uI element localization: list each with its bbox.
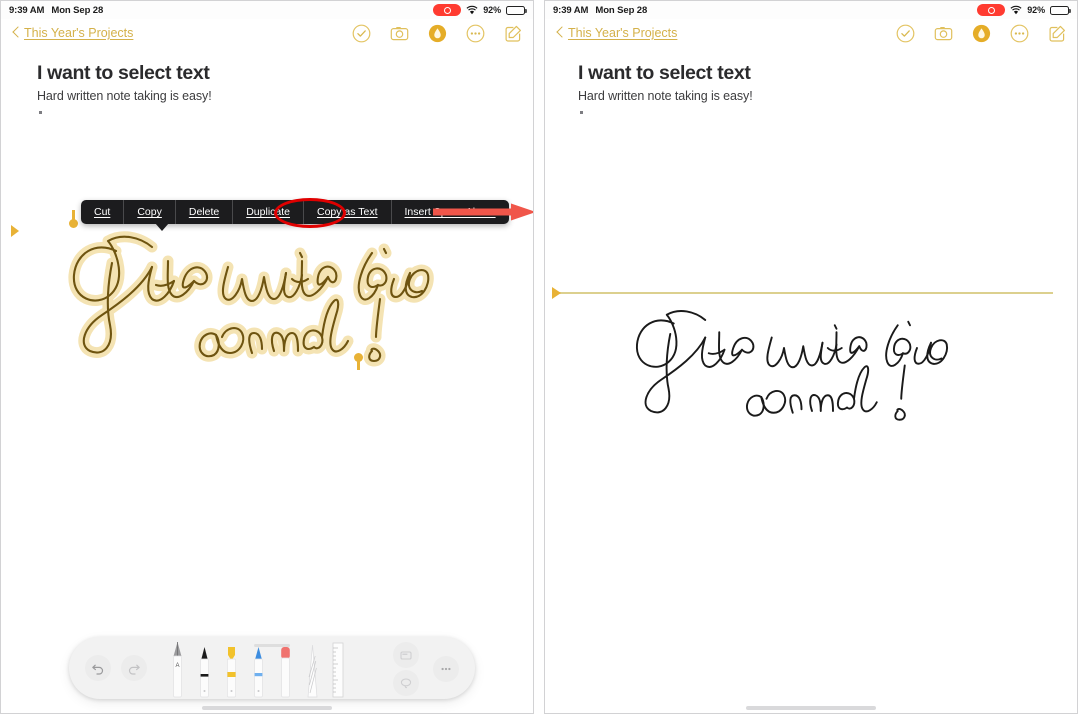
wifi-icon: [1010, 5, 1022, 15]
back-to-projects-link[interactable]: This Year's Projects: [557, 26, 677, 40]
context-menu-caret: [155, 223, 169, 231]
home-indicator: [202, 706, 332, 710]
battery-icon: [1050, 5, 1071, 15]
ellipsis-circle-icon[interactable]: [1010, 24, 1029, 43]
palette-right-buttons: [387, 640, 461, 696]
status-bar-right-group: 92%: [977, 4, 1071, 16]
status-bar-date: Mon Sep 28: [595, 4, 648, 16]
checkmark-circle-icon[interactable]: [896, 24, 915, 43]
note-cursor-dot: [580, 111, 583, 114]
shader-tool[interactable]: [304, 641, 321, 699]
status-bar-right-group: 92%: [433, 4, 527, 16]
selection-handle-start[interactable]: [69, 210, 78, 228]
lasso-select-button[interactable]: [393, 670, 419, 696]
screen-recording-indicator: [977, 4, 1006, 16]
camera-icon[interactable]: [390, 24, 409, 43]
battery-percent-label: 92%: [483, 5, 501, 15]
status-bar-time: 9:39 AM: [553, 4, 589, 16]
back-link-label: This Year's Projects: [568, 26, 678, 40]
palette-history-buttons: [85, 655, 147, 681]
note-subtitle: Hard written note taking is easy!: [37, 89, 212, 103]
camera-icon[interactable]: [934, 24, 953, 43]
red-highlight-ellipse-annotation: [274, 198, 346, 228]
menu-item-copy[interactable]: Copy: [124, 200, 176, 224]
note-cursor-dot: [39, 111, 42, 114]
device-screenshot-right: 9:39 AM Mon Sep 28 92% This Year's Proje: [544, 0, 1078, 714]
compose-icon[interactable]: [1048, 24, 1067, 43]
wifi-icon: [466, 5, 478, 15]
ellipsis-circle-icon[interactable]: [466, 24, 485, 43]
home-indicator: [746, 706, 876, 710]
annotation-circle-icon[interactable]: [972, 24, 991, 43]
blue-pen-tool[interactable]: [250, 641, 267, 699]
device-screenshot-left: 9:39 AM Mon Sep 28 92% This Year's Proje: [0, 0, 534, 714]
annotation-circle-icon[interactable]: [428, 24, 447, 43]
back-to-projects-link[interactable]: This Year's Projects: [13, 26, 133, 40]
comparison-stage: 9:39 AM Mon Sep 28 92% This Year's Proje: [0, 0, 1080, 720]
handwriting-strokes-plain[interactable]: [595, 299, 1015, 439]
more-options-button[interactable]: [433, 656, 459, 682]
black-pen-tool[interactable]: [196, 641, 213, 699]
status-bar-time: 9:39 AM: [9, 4, 45, 16]
menu-item-cut[interactable]: Cut: [81, 200, 125, 224]
compose-icon[interactable]: [504, 24, 523, 43]
ruler-tool[interactable]: [331, 641, 345, 699]
navigation-bar: This Year's Projects: [545, 19, 1077, 47]
scribble-pen-tool[interactable]: A: [169, 641, 186, 699]
checkmark-circle-icon[interactable]: [352, 24, 371, 43]
selection-margin-marker[interactable]: [11, 225, 19, 237]
nav-icon-group: [896, 24, 1067, 43]
undo-button[interactable]: [85, 655, 111, 681]
menu-item-delete[interactable]: Delete: [176, 200, 234, 224]
note-canvas-right[interactable]: I want to select text Hard written note …: [545, 47, 1077, 713]
svg-text:A: A: [175, 663, 179, 669]
chevron-left-icon: [557, 27, 564, 39]
selection-handle-end[interactable]: [354, 353, 363, 370]
note-canvas-left[interactable]: I want to select text Hard written note …: [1, 47, 533, 713]
red-arrow-annotation: [433, 203, 533, 221]
status-bar-date: Mon Sep 28: [51, 4, 104, 16]
note-subtitle: Hard written note taking is easy!: [578, 89, 753, 103]
red-eraser-tool[interactable]: [277, 641, 294, 699]
battery-icon: [506, 5, 527, 15]
insertion-guide-line: [559, 292, 1053, 294]
navigation-bar: This Year's Projects: [1, 19, 533, 47]
status-bar: 9:39 AM Mon Sep 28 92%: [545, 1, 1077, 19]
handwriting-strokes-selected[interactable]: [56, 223, 476, 383]
tool-palette[interactable]: A: [69, 637, 475, 699]
back-link-label: This Year's Projects: [24, 26, 134, 40]
chevron-left-icon: [13, 27, 20, 39]
sticky-note-button[interactable]: [393, 642, 419, 668]
palette-tools: A: [169, 637, 345, 699]
yellow-highlighter-tool[interactable]: [223, 641, 240, 699]
redo-button[interactable]: [121, 655, 147, 681]
note-title: I want to select text: [578, 62, 751, 84]
note-title: I want to select text: [37, 62, 210, 84]
insertion-margin-marker[interactable]: [552, 287, 561, 299]
screen-recording-indicator: [433, 4, 462, 16]
battery-percent-label: 92%: [1027, 5, 1045, 15]
nav-icon-group: [352, 24, 523, 43]
status-bar: 9:39 AM Mon Sep 28 92%: [1, 1, 533, 19]
